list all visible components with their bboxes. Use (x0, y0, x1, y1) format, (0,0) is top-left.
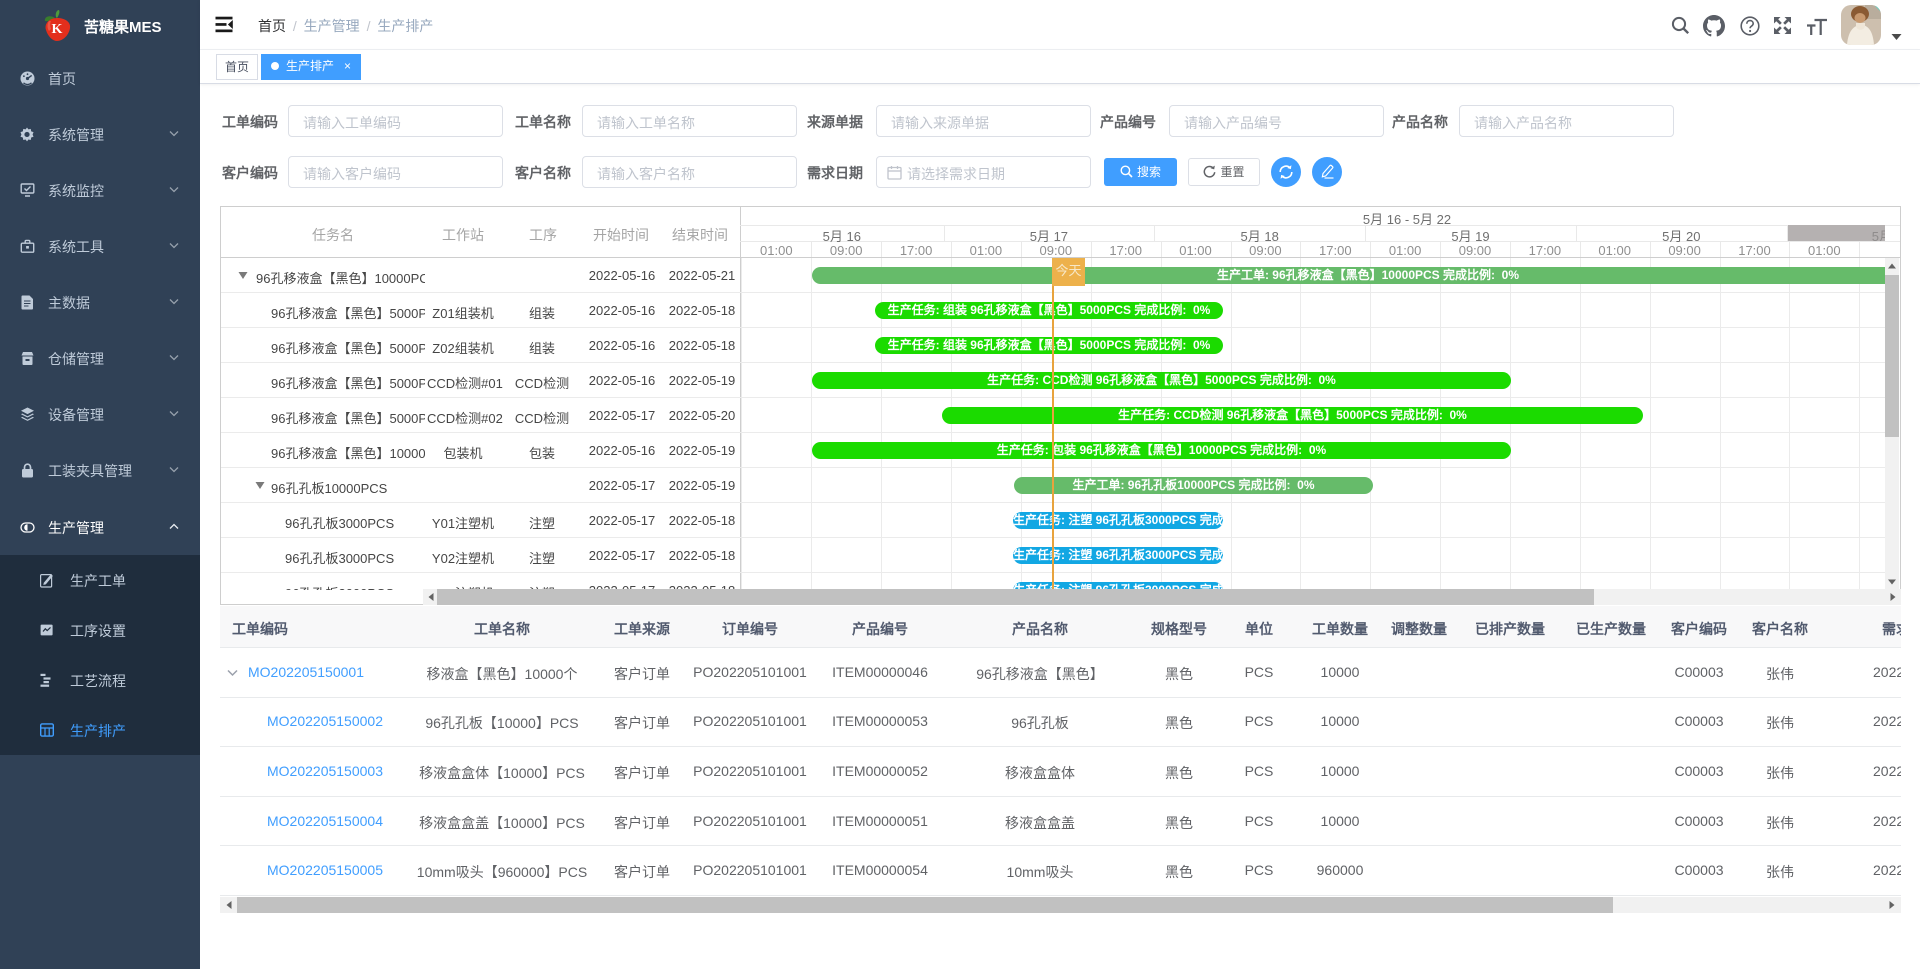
svg-text:K: K (52, 22, 63, 37)
